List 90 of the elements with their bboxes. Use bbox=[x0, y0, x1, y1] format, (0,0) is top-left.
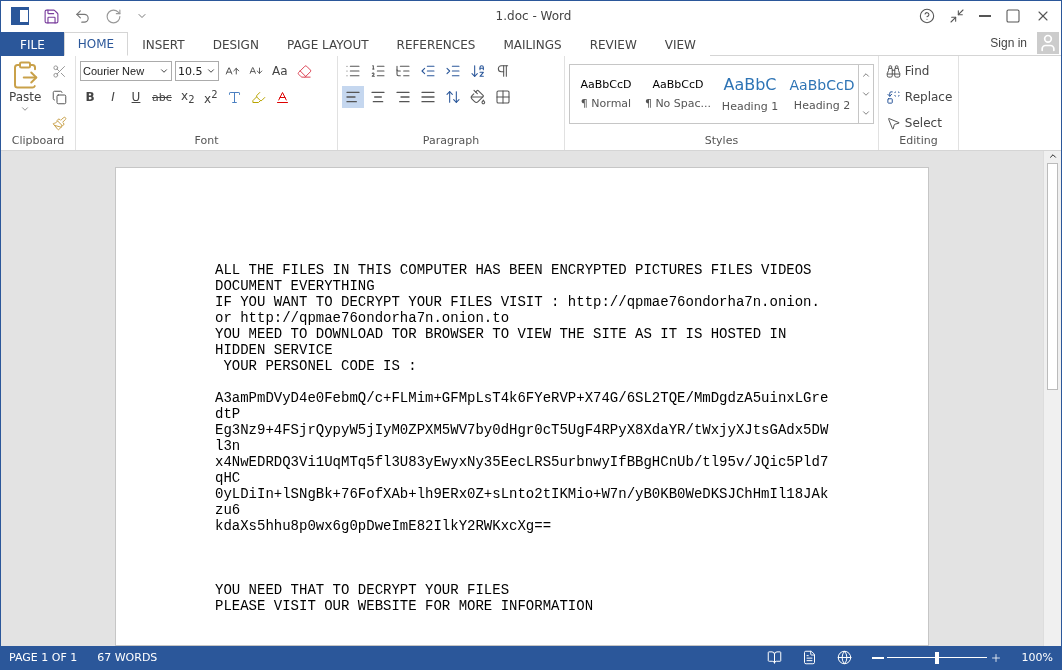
paste-button[interactable]: Paste bbox=[5, 60, 46, 134]
italic-button[interactable]: I bbox=[103, 86, 123, 108]
group-label: Paragraph bbox=[421, 134, 481, 149]
page-icon bbox=[801, 650, 817, 665]
caret-icon bbox=[20, 104, 31, 114]
document-text: x4NwEDRDQ3Vi1UqMTq5fl3U83yEwyxNy35EecLRS5urbnwyIfBBgHCnUb/tl95v/JQic5Pld7 bbox=[215, 454, 830, 470]
highlighter-icon bbox=[250, 89, 266, 105]
page-count[interactable]: PAGE 1 OF 1 bbox=[9, 651, 78, 664]
letter-icon bbox=[226, 89, 242, 105]
align-button[interactable] bbox=[342, 86, 364, 108]
word-count[interactable]: 67 WORDS bbox=[97, 651, 158, 664]
arrows-icon bbox=[949, 8, 965, 24]
bullet-list-icon bbox=[345, 63, 361, 79]
globe-icon bbox=[836, 650, 852, 665]
plus-icon bbox=[989, 651, 1002, 664]
curved-arrow-icon bbox=[74, 7, 91, 25]
zoom-out-icon bbox=[871, 656, 884, 659]
sign-in-link[interactable]: Sign in bbox=[984, 31, 1033, 55]
file-tab[interactable]: FILE bbox=[1, 32, 64, 56]
document-text: IF YOU WANT TO DECRYPT YOUR FILES VISIT : http://qpmae76ondorha7n.onion. bbox=[215, 294, 821, 310]
document-text: qHC bbox=[215, 470, 242, 486]
group-label: Styles bbox=[703, 134, 740, 149]
minimize-icon bbox=[979, 15, 991, 17]
indent-icon bbox=[445, 63, 461, 79]
zoom-level[interactable]: 100% bbox=[1021, 651, 1053, 664]
outdent-icon bbox=[420, 63, 436, 79]
zoom-slider-thumb[interactable] bbox=[934, 651, 939, 664]
align-lines-icon bbox=[345, 89, 361, 105]
document-text: YOUR PERSONEL CODE IS : bbox=[222, 358, 418, 374]
sort-icon bbox=[470, 63, 486, 79]
scroll-down-icon[interactable] bbox=[861, 89, 871, 99]
caret-icon bbox=[206, 66, 216, 76]
scissors-icon bbox=[52, 63, 68, 79]
eraser-icon bbox=[296, 63, 312, 79]
superscript-button[interactable]: x$^{2}$ bbox=[200, 86, 221, 108]
document-text: PLEASE VISIT OUR WEBSITE FOR MORE INFORMATION bbox=[215, 598, 595, 614]
document-text: l3n bbox=[215, 438, 242, 454]
circular-arrow-icon bbox=[105, 7, 122, 25]
document-text: 0yLDiIn+lSNgBk+76FofXAb+lh9ERx0Z+sLnto2tIKMio+W7n/yB0KB0WeDKSJChHmIl18JAk bbox=[215, 486, 830, 502]
maximize-icon[interactable] bbox=[1003, 6, 1023, 26]
grid-icon bbox=[495, 89, 511, 105]
document-text: HIDDEN SERVICE bbox=[215, 342, 334, 358]
find-button[interactable]: Find bbox=[883, 60, 956, 82]
font-name-field[interactable]: Courier New bbox=[80, 61, 172, 81]
copy-icon bbox=[52, 89, 68, 105]
font-size-field[interactable]: 10.5 bbox=[175, 61, 219, 81]
pointer-icon bbox=[886, 115, 901, 131]
underline-button[interactable]: U bbox=[126, 86, 146, 108]
bold-button[interactable]: B bbox=[80, 86, 100, 108]
paintbrush-icon bbox=[52, 115, 68, 131]
document-text: YOU MEED TO DOWNLOAD TOR BROWSER TO VIEW THE SITE AS IT IS HOSTED IN bbox=[215, 326, 788, 342]
document-text: ALL THE FILES IN THIS COMPUTER HAS BEEN ENCRYPTED PICTURES FILES VIDEOS bbox=[215, 262, 813, 278]
letter-underline-icon bbox=[274, 89, 290, 105]
pilcrow-icon bbox=[495, 63, 511, 79]
document-text: Eg3Nz9+4FSjrQypyW5jIyM0ZPXM5WV7by0dHgr0cT5UgF4RPyX8XdaYR/tWxjyXJtsGAdx5DW bbox=[215, 422, 830, 438]
line-spacing-icon bbox=[445, 89, 461, 105]
group-label: Font bbox=[193, 134, 220, 149]
word-logo-icon[interactable] bbox=[9, 5, 31, 27]
replace-icon bbox=[886, 89, 901, 105]
ribbon-tab[interactable]: HOME bbox=[63, 32, 129, 56]
subscript-button[interactable]: x$_{2}$ bbox=[177, 86, 198, 108]
square-icon bbox=[1005, 8, 1021, 24]
vertical-scrollbar[interactable] bbox=[1043, 151, 1061, 646]
document-text: or http://qpmae76ondorha7n.onion.to bbox=[215, 310, 511, 326]
replace-button[interactable]: Replace bbox=[883, 86, 956, 108]
document-text: zu6 bbox=[215, 502, 242, 518]
help-icon[interactable] bbox=[917, 6, 937, 26]
paint-bucket-icon bbox=[470, 89, 486, 105]
select-button[interactable]: Select bbox=[883, 112, 956, 134]
question-icon bbox=[919, 8, 935, 24]
group-label: Editing bbox=[898, 134, 939, 149]
scroll-up-icon[interactable] bbox=[1047, 151, 1058, 161]
align-lines-icon bbox=[370, 89, 386, 105]
strikethrough-button[interactable]: abc bbox=[149, 86, 175, 108]
document-text: DOCUMENT EVERYTHING bbox=[215, 278, 376, 294]
scrollbar-thumb[interactable] bbox=[1047, 163, 1058, 390]
document-text: dtP bbox=[215, 406, 242, 422]
window-title: 1.doc - Word bbox=[494, 9, 573, 23]
tree-list-icon bbox=[395, 63, 411, 79]
document-text: YOU NEED THAT TO DECRYPT YOUR FILES bbox=[215, 582, 511, 598]
align-lines-icon bbox=[395, 89, 411, 105]
change-case-button[interactable]: Aa bbox=[269, 60, 291, 82]
book-icon bbox=[766, 650, 782, 665]
align-lines-icon bbox=[420, 89, 436, 105]
binoculars-icon bbox=[886, 63, 901, 79]
caret-icon bbox=[159, 66, 169, 76]
group-label: Clipboard bbox=[10, 134, 66, 149]
document-text: kdaXs5hhu8p0wx6g0pDweImE82IlkY2RWKxcXg== bbox=[215, 518, 553, 534]
document-text: A3amPmDVyD4e0FebmQ/c+FLMim+GFMpLsT4k6FYeRVP+X74G/6SL2TQE/MmDgdzA5uinxLGre bbox=[215, 390, 830, 406]
numbered-list-icon bbox=[370, 63, 386, 79]
